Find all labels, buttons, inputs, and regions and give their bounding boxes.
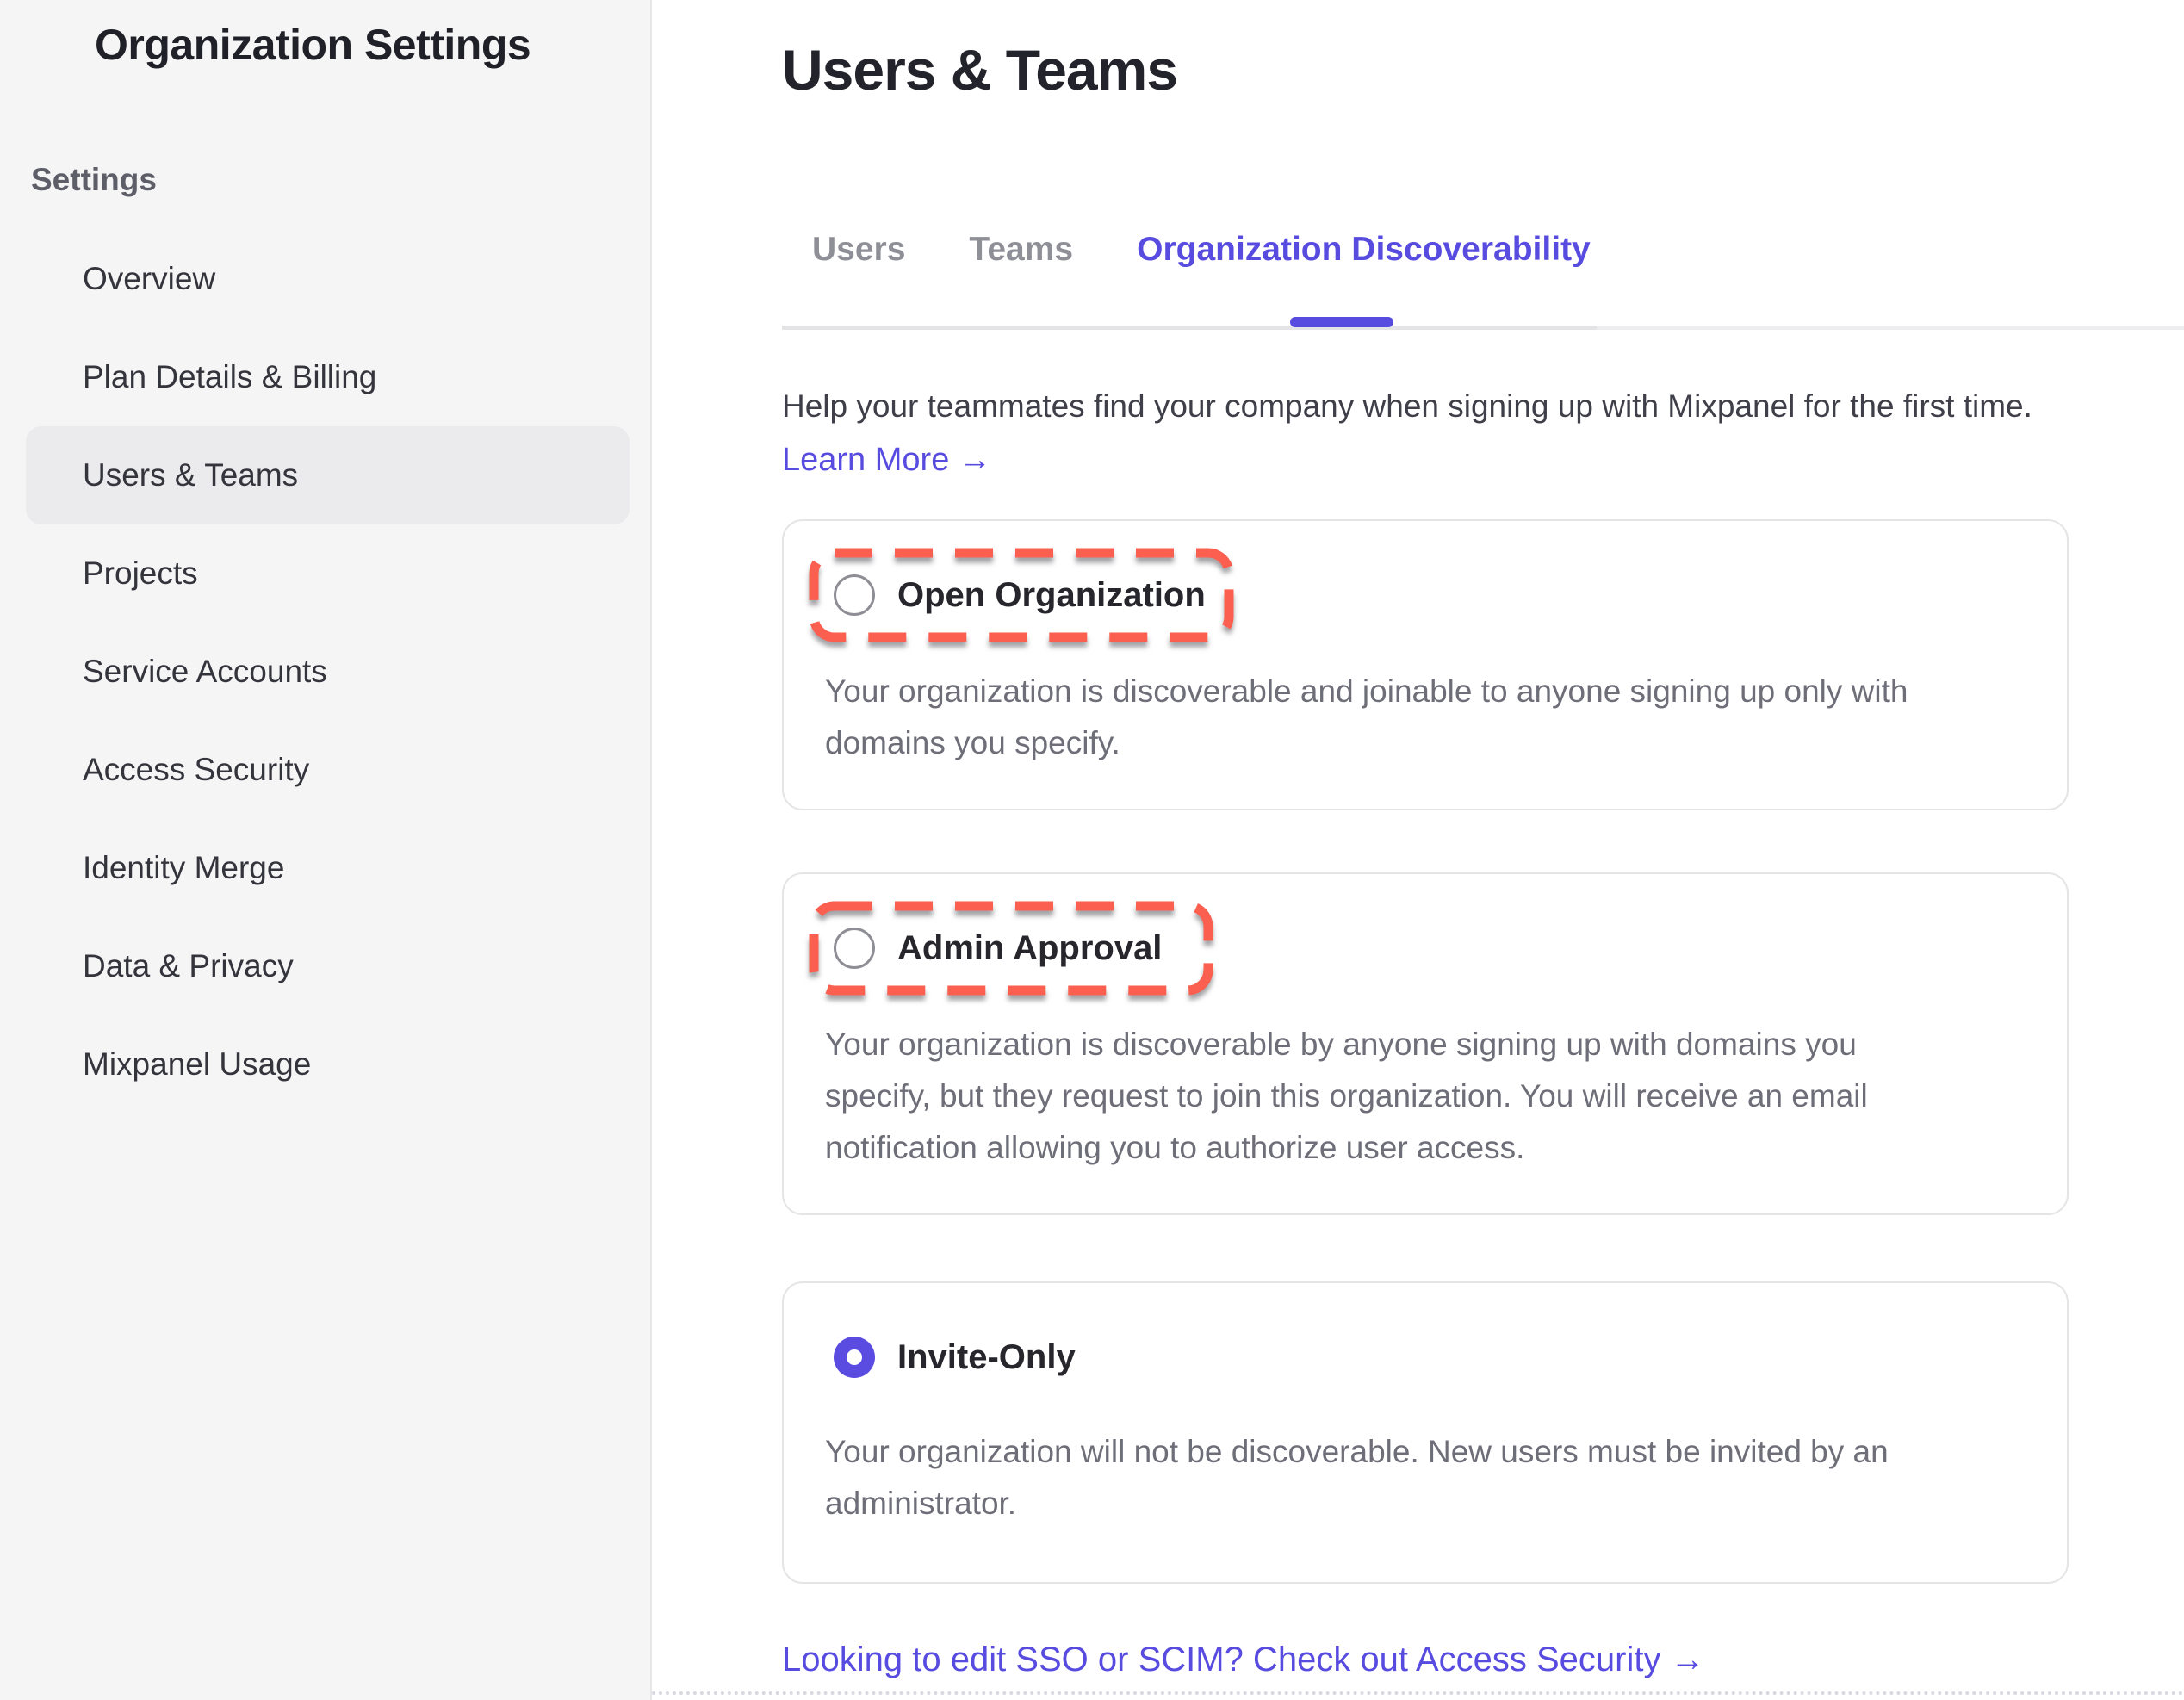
tab-organization-discoverability[interactable]: Organization Discoverability [1137, 230, 1591, 270]
active-tab-indicator [1290, 317, 1393, 327]
sidebar-item-service-accounts[interactable]: Service Accounts [0, 623, 650, 721]
description-line: domains you specify. [825, 717, 2032, 769]
sidebar-item-overview[interactable]: Overview [0, 230, 650, 328]
sidebar-item-plan-details-billing[interactable]: Plan Details & Billing [0, 328, 650, 426]
option-description: Your organization is discoverable and jo… [825, 666, 2032, 769]
option-label: Open Organization [897, 576, 1206, 615]
access-security-link[interactable]: Looking to edit SSO or SCIM? Check out A… [782, 1639, 1705, 1680]
option-label: Invite-Only [897, 1338, 1076, 1377]
option-card-open-organization: Open Organization Your organization is d… [782, 519, 2069, 810]
option-description: Your organization will not be discoverab… [825, 1426, 2032, 1529]
sidebar-item-users-teams[interactable]: Users & Teams [26, 426, 630, 524]
option-label: Admin Approval [897, 929, 1162, 968]
option-card-admin-approval: Admin Approval Your organization is disc… [782, 872, 2069, 1215]
sidebar-item-identity-merge[interactable]: Identity Merge [0, 819, 650, 917]
option-admin-approval[interactable]: Admin Approval [834, 928, 1162, 969]
sidebar-item-data-privacy[interactable]: Data & Privacy [0, 917, 650, 1015]
option-card-invite-only: Invite-Only Your organization will not b… [782, 1281, 2069, 1584]
sidebar-section-label: Settings [31, 160, 650, 199]
description-line: specify, but they request to join this o… [825, 1070, 2032, 1122]
tab-users[interactable]: Users [812, 230, 905, 270]
radio-unselected-icon[interactable] [834, 574, 875, 616]
description-line: Your organization is discoverable by any… [825, 1019, 2032, 1070]
description-line: Your organization is discoverable and jo… [825, 666, 2032, 717]
description-line: notification allowing you to authorize u… [825, 1122, 2032, 1174]
sidebar-item-projects[interactable]: Projects [0, 524, 650, 623]
option-invite-only[interactable]: Invite-Only [834, 1337, 1076, 1378]
page-title: Users & Teams [782, 0, 2184, 104]
radio-unselected-icon[interactable] [834, 928, 875, 969]
tab-list: Users Teams Organization Discoverability [782, 230, 1597, 270]
tab-strip-divider [1597, 326, 2184, 330]
learn-more-link[interactable]: Learn More → [782, 440, 991, 480]
sidebar-item-access-security[interactable]: Access Security [0, 721, 650, 819]
sidebar: Organization Settings Settings Overview … [0, 0, 652, 1700]
sidebar-title: Organization Settings [95, 19, 650, 71]
option-description: Your organization is discoverable by any… [825, 1019, 2032, 1174]
sidebar-nav: Overview Plan Details & Billing Users & … [0, 230, 650, 1114]
main-content: Users & Teams Users Teams Organization D… [652, 0, 2184, 1700]
sidebar-item-mixpanel-usage[interactable]: Mixpanel Usage [0, 1015, 650, 1114]
description-line: administrator. [825, 1478, 2032, 1529]
description-line: Your organization will not be discoverab… [825, 1426, 2032, 1478]
tab-strip: Users Teams Organization Discoverability [782, 230, 1597, 330]
bottom-dotted-divider [652, 1691, 2184, 1695]
option-open-organization[interactable]: Open Organization [834, 574, 1206, 616]
tab-teams[interactable]: Teams [969, 230, 1073, 270]
discoverability-intro-text: Help your teammates find your company wh… [782, 387, 2184, 426]
radio-selected-icon[interactable] [834, 1337, 875, 1378]
